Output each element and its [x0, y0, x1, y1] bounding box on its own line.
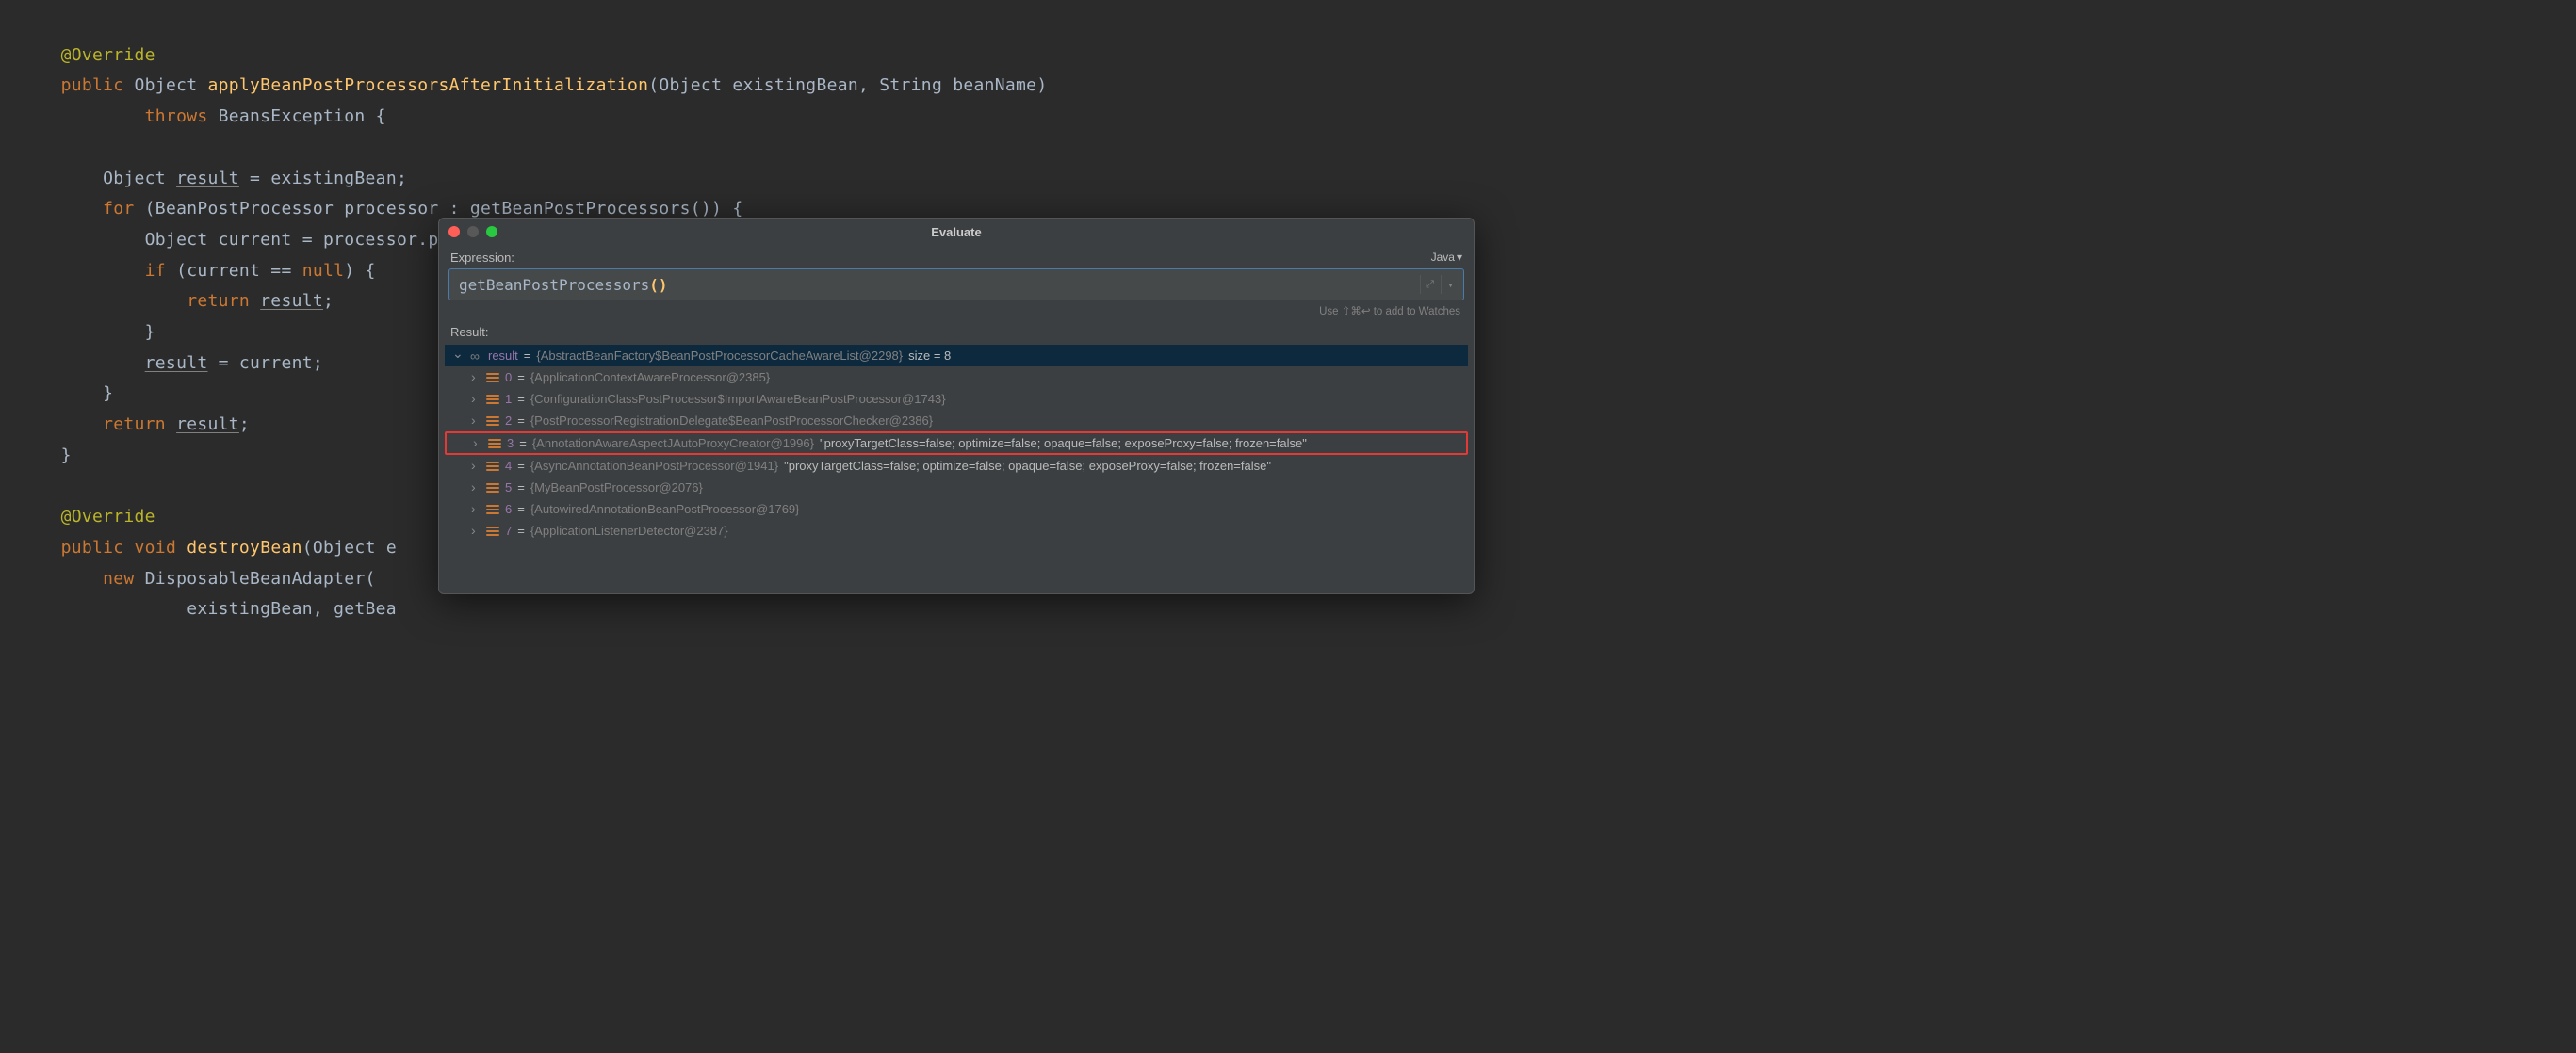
code-line: } — [19, 383, 113, 403]
expression-label: Expression: — [439, 245, 1474, 268]
expression-input[interactable]: getBeanPostProcessors() ⤢ ▾ — [448, 268, 1464, 300]
code-line: for (BeanPostProcessor processor : getBe… — [19, 199, 742, 219]
code-line: } — [19, 322, 155, 342]
chevron-right-icon[interactable] — [471, 502, 481, 517]
item-index: 7 — [505, 524, 512, 538]
result-item-row[interactable]: 1 = {ConfigurationClassPostProcessor$Imp… — [445, 388, 1468, 410]
item-class: {ApplicationListenerDetector@2387} — [530, 524, 728, 538]
item-index: 6 — [505, 502, 512, 516]
infinity-icon: ∞ — [467, 348, 482, 364]
object-icon — [486, 481, 499, 494]
result-item-row[interactable]: 5 = {MyBeanPostProcessor@2076} — [445, 477, 1468, 498]
item-class: {PostProcessorRegistrationDelegate$BeanP… — [530, 413, 933, 428]
code-line: new DisposableBeanAdapter( — [19, 569, 376, 589]
item-index: 3 — [507, 436, 514, 450]
object-icon — [486, 503, 499, 516]
result-item-row[interactable]: 3 = {AnnotationAwareAspectJAutoProxyCrea… — [445, 431, 1468, 455]
result-item-row[interactable]: 0 = {ApplicationContextAwareProcessor@23… — [445, 366, 1468, 388]
expand-icon[interactable]: ⤢ — [1420, 275, 1439, 294]
history-dropdown-icon[interactable]: ▾ — [1441, 275, 1459, 294]
result-label: Result: — [439, 319, 1474, 343]
item-class: {ApplicationContextAwareProcessor@2385} — [530, 370, 770, 384]
item-index: 4 — [505, 459, 512, 473]
code-line: throws BeansException { — [19, 106, 386, 126]
object-icon — [486, 525, 499, 538]
expression-parens: () — [649, 276, 667, 294]
chevron-right-icon[interactable] — [471, 480, 481, 495]
result-var-name: result — [488, 348, 518, 363]
code-line: existingBean, getBea — [19, 599, 397, 619]
object-icon — [486, 371, 499, 384]
result-root-row[interactable]: ∞ result = {AbstractBeanFactory$BeanPost… — [445, 345, 1468, 366]
code-line: public Object applyBeanPostProcessorsAft… — [19, 75, 1047, 95]
chevron-right-icon[interactable] — [471, 459, 481, 474]
code-line: result = current; — [19, 353, 323, 373]
result-item-row[interactable]: 6 = {AutowiredAnnotationBeanPostProcesso… — [445, 498, 1468, 520]
object-icon — [486, 460, 499, 473]
item-class: {MyBeanPostProcessor@2076} — [530, 480, 703, 494]
add-to-watches-hint: Use ⇧⌘↩ to add to Watches — [439, 300, 1474, 319]
item-index: 0 — [505, 370, 512, 384]
evaluate-dialog[interactable]: Evaluate Expression: Java getBeanPostPro… — [438, 218, 1475, 594]
item-class: {ConfigurationClassPostProcessor$ImportA… — [530, 392, 946, 406]
annotation: @Override — [61, 45, 155, 65]
result-class: {AbstractBeanFactory$BeanPostProcessorCa… — [536, 348, 903, 363]
chevron-down-icon — [1455, 251, 1462, 264]
item-value: "proxyTargetClass=false; optimize=false;… — [820, 436, 1307, 450]
chevron-right-icon[interactable] — [473, 436, 482, 451]
object-icon — [486, 393, 499, 406]
item-index: 2 — [505, 413, 512, 428]
result-item-row[interactable]: 7 = {ApplicationListenerDetector@2387} — [445, 520, 1468, 542]
code-line: @Override — [19, 507, 155, 526]
chevron-right-icon[interactable] — [471, 392, 481, 407]
code-line: if (current == null) { — [19, 261, 376, 281]
item-class: {AutowiredAnnotationBeanPostProcessor@17… — [530, 502, 800, 516]
code-line: @Override — [19, 45, 155, 65]
chevron-down-icon[interactable] — [452, 348, 462, 364]
code-line: return result; — [19, 291, 334, 311]
item-class: {AsyncAnnotationBeanPostProcessor@1941} — [530, 459, 778, 473]
language-selector[interactable]: Java — [1431, 251, 1462, 264]
result-size: size = 8 — [908, 348, 951, 363]
chevron-right-icon[interactable] — [471, 524, 481, 539]
item-index: 1 — [505, 392, 512, 406]
dialog-titlebar[interactable]: Evaluate — [439, 219, 1474, 245]
code-line: return result; — [19, 414, 250, 434]
chevron-right-icon[interactable] — [471, 413, 481, 429]
result-item-row[interactable]: 4 = {AsyncAnnotationBeanPostProcessor@19… — [445, 455, 1468, 477]
expression-text: getBeanPostProcessors — [459, 276, 649, 294]
object-icon — [488, 437, 501, 450]
chevron-right-icon[interactable] — [471, 370, 481, 385]
result-tree[interactable]: ∞ result = {AbstractBeanFactory$BeanPost… — [439, 343, 1474, 543]
item-value: "proxyTargetClass=false; optimize=false;… — [784, 459, 1271, 473]
code-line: } — [19, 446, 72, 465]
object-icon — [486, 414, 499, 428]
dialog-title: Evaluate — [439, 225, 1474, 239]
code-line: public void destroyBean(Object e — [19, 538, 397, 558]
code-line — [19, 138, 29, 157]
item-class: {AnnotationAwareAspectJAutoProxyCreator@… — [532, 436, 814, 450]
result-item-row[interactable]: 2 = {PostProcessorRegistrationDelegate$B… — [445, 410, 1468, 431]
item-index: 5 — [505, 480, 512, 494]
code-line — [19, 477, 29, 496]
code-line: Object result = existingBean; — [19, 169, 407, 188]
